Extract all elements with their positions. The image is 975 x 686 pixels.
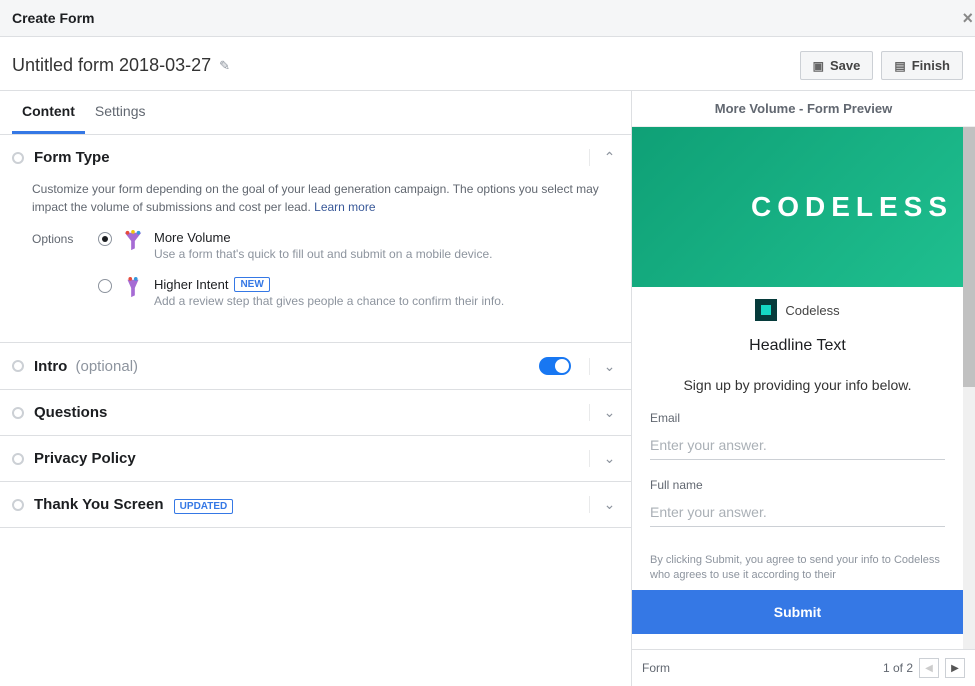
intro-toggle[interactable] xyxy=(539,357,571,375)
section-header-privacy[interactable]: Privacy Policy ⌄ xyxy=(0,436,631,481)
pager-prev-button[interactable]: ◀ xyxy=(919,658,939,678)
footer-label: Form xyxy=(642,661,670,675)
section-privacy: Privacy Policy ⌄ xyxy=(0,436,631,482)
page-indicator: 1 of 2 xyxy=(883,661,913,675)
tabs: Content Settings xyxy=(0,91,631,135)
submit-button[interactable]: Submit xyxy=(632,590,963,634)
section-title: Questions xyxy=(34,404,107,421)
funnel-wide-icon xyxy=(122,230,144,252)
field-label: Email xyxy=(650,411,945,425)
options-label: Options xyxy=(32,230,80,324)
option-title: More Volume xyxy=(154,230,599,245)
disclaimer-text: By clicking Submit, you agree to send yo… xyxy=(632,545,963,584)
status-circle-icon xyxy=(12,407,24,419)
preview-hero-image: CODELESS xyxy=(632,127,963,287)
learn-more-link[interactable]: Learn more xyxy=(314,200,375,214)
new-badge: NEW xyxy=(234,277,269,292)
full-name-input[interactable] xyxy=(650,498,945,527)
brand-logo-icon xyxy=(755,299,777,321)
option-desc: Add a review step that gives people a ch… xyxy=(154,294,599,308)
preview-footer: Form 1 of 2 ◀ ▶ xyxy=(632,649,975,686)
chevron-down-icon[interactable]: ⌄ xyxy=(589,358,619,375)
form-name: Untitled form 2018-03-27 xyxy=(12,55,211,76)
section-header-questions[interactable]: Questions ⌄ xyxy=(0,390,631,435)
modal-title: Create Form xyxy=(12,10,94,26)
finish-button[interactable]: ▤ Finish xyxy=(881,51,963,80)
close-icon[interactable]: × xyxy=(962,8,973,29)
chevron-down-icon[interactable]: ⌄ xyxy=(589,496,619,513)
option-desc: Use a form that's quick to fill out and … xyxy=(154,247,599,261)
tab-settings[interactable]: Settings xyxy=(85,91,156,134)
section-title: Thank You Screen UPDATED xyxy=(34,496,233,513)
funnel-narrow-icon xyxy=(122,277,144,299)
status-circle-icon xyxy=(12,499,24,511)
section-form-type: Form Type ⌃ Customize your form dependin… xyxy=(0,135,631,343)
preview-scroll-area[interactable]: CODELESS Codeless Headline Text Sign up … xyxy=(632,127,975,649)
pencil-icon[interactable]: ✎ xyxy=(219,58,230,74)
form-type-description: Customize your form depending on the goa… xyxy=(32,180,599,216)
section-header-thank-you[interactable]: Thank You Screen UPDATED ⌄ xyxy=(0,482,631,527)
brand-row: Codeless xyxy=(632,287,963,333)
preview-headline: Headline Text xyxy=(632,333,963,369)
pager-next-button[interactable]: ▶ xyxy=(945,658,965,678)
email-input[interactable] xyxy=(650,431,945,460)
preview-header: More Volume - Form Preview xyxy=(632,91,975,127)
option-more-volume[interactable]: More Volume Use a form that's quick to f… xyxy=(98,230,599,261)
option-higher-intent[interactable]: Higher Intent NEW Add a review step that… xyxy=(98,277,599,308)
option-title: Higher Intent NEW xyxy=(154,277,599,292)
updated-badge: UPDATED xyxy=(174,499,234,514)
section-title: Form Type xyxy=(34,149,110,166)
field-full-name: Full name xyxy=(650,478,945,527)
brand-name: Codeless xyxy=(785,303,839,318)
section-header-intro[interactable]: Intro (optional) ⌄ xyxy=(0,343,631,389)
pager: 1 of 2 ◀ ▶ xyxy=(883,658,965,678)
chevron-up-icon[interactable]: ⌃ xyxy=(589,149,619,166)
field-email: Email xyxy=(650,411,945,460)
title-actions: ▣ Save ▤ Finish xyxy=(800,51,963,80)
section-body-form-type: Customize your form depending on the goa… xyxy=(0,180,631,342)
radio-selected-icon[interactable] xyxy=(98,232,112,246)
section-thank-you: Thank You Screen UPDATED ⌄ xyxy=(0,482,631,528)
status-circle-icon xyxy=(12,152,24,164)
left-panel: Content Settings Form Type ⌃ Customize y… xyxy=(0,91,632,686)
save-icon: ▣ xyxy=(813,59,824,73)
tab-content[interactable]: Content xyxy=(12,91,85,134)
section-title: Privacy Policy xyxy=(34,450,136,467)
section-title: Intro (optional) xyxy=(34,358,138,375)
scrollbar-thumb[interactable] xyxy=(963,127,975,387)
title-bar: Untitled form 2018-03-27 ✎ ▣ Save ▤ Fini… xyxy=(0,37,975,91)
section-header-form-type[interactable]: Form Type ⌃ xyxy=(0,135,631,180)
preview-subheadline: Sign up by providing your info below. xyxy=(632,369,963,411)
field-label: Full name xyxy=(650,478,945,492)
modal-header: Create Form × xyxy=(0,0,975,37)
chevron-down-icon[interactable]: ⌄ xyxy=(589,404,619,421)
section-questions: Questions ⌄ xyxy=(0,390,631,436)
status-circle-icon xyxy=(12,453,24,465)
section-intro: Intro (optional) ⌄ xyxy=(0,343,631,390)
status-circle-icon xyxy=(12,360,24,372)
save-button[interactable]: ▣ Save xyxy=(800,51,874,80)
chevron-down-icon[interactable]: ⌄ xyxy=(589,450,619,467)
hero-brand-text: CODELESS xyxy=(751,191,953,223)
radio-unselected-icon[interactable] xyxy=(98,279,112,293)
preview-panel: More Volume - Form Preview CODELESS Code… xyxy=(632,91,975,686)
form-name-container[interactable]: Untitled form 2018-03-27 ✎ xyxy=(12,55,230,76)
finish-icon: ▤ xyxy=(894,59,905,73)
